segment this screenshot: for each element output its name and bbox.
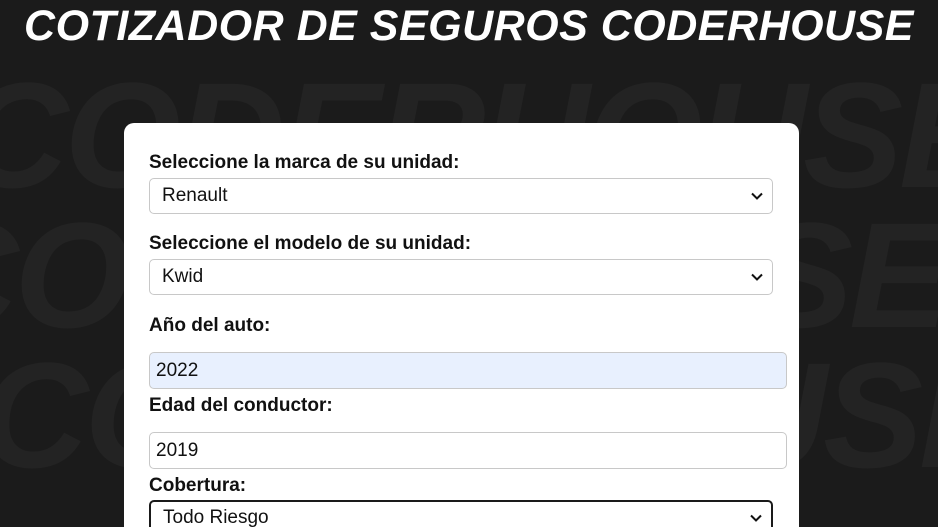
chevron-down-icon bbox=[750, 514, 762, 522]
page-title: COTIZADOR DE SEGUROS CODERHOUSE bbox=[24, 2, 914, 50]
year-input-value: 2022 bbox=[156, 359, 199, 381]
model-select[interactable]: Kwid bbox=[149, 259, 773, 295]
brand-select[interactable]: Renault bbox=[149, 178, 773, 214]
coverage-label: Cobertura: bbox=[149, 475, 247, 496]
driver-age-input-value: 2019 bbox=[156, 439, 199, 461]
driver-age-input[interactable]: 2019 bbox=[149, 432, 787, 469]
chevron-down-icon bbox=[751, 192, 763, 200]
model-label: Seleccione el modelo de su unidad: bbox=[149, 233, 472, 254]
year-input[interactable]: 2022 bbox=[149, 352, 787, 389]
driver-age-label: Edad del conductor: bbox=[149, 395, 333, 416]
year-label: Año del auto: bbox=[149, 315, 271, 336]
quote-form-card: Seleccione la marca de su unidad: Renaul… bbox=[124, 123, 799, 527]
chevron-down-icon bbox=[751, 273, 763, 281]
coverage-select-value: Todo Riesgo bbox=[163, 507, 269, 527]
brand-select-value: Renault bbox=[162, 185, 228, 206]
model-select-value: Kwid bbox=[162, 266, 204, 287]
page: CODERHOUSE CODERHOUSE CODERHOUSE COTIZAD… bbox=[0, 0, 938, 527]
brand-label: Seleccione la marca de su unidad: bbox=[149, 152, 460, 173]
coverage-select[interactable]: Todo Riesgo bbox=[149, 500, 773, 527]
